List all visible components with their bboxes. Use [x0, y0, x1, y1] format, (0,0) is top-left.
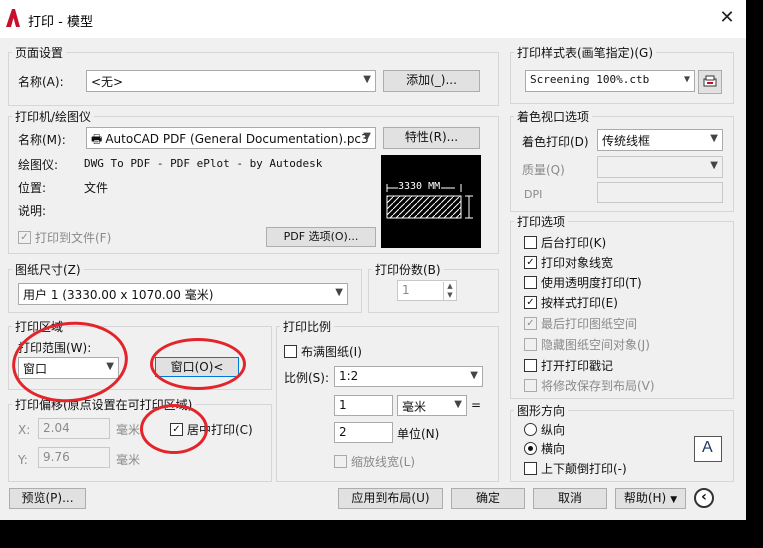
paper-size-label: 图纸尺寸(Z): [12, 261, 84, 278]
printer-group-label: 打印机/绘图仪: [12, 108, 95, 125]
shaded-viewport-label: 着色视口选项: [514, 108, 593, 125]
portrait-radio[interactable]: 纵向: [524, 421, 565, 438]
save-to-layout-checkbox[interactable]: 将修改保存到布局(V): [524, 377, 655, 394]
shade-plot-select[interactable]: 传统线框 ▼: [597, 129, 723, 151]
paper-preview-graphic: [386, 184, 473, 219]
spin-down-icon[interactable]: ▼: [443, 291, 456, 300]
close-icon[interactable]: ✕: [715, 6, 739, 30]
chevron-down-icon: ▼: [470, 370, 478, 381]
plot-options-label: 打印选项: [514, 213, 569, 230]
copies-label: 打印份数(B): [372, 261, 444, 278]
collapse-options-icon[interactable]: ‹: [694, 488, 714, 508]
paper-width-label: 3330 MM: [398, 181, 441, 192]
add-page-setup-button[interactable]: 添加(_)...: [383, 70, 480, 92]
scale-label: 比例(S):: [284, 371, 330, 385]
page-setup-name-select[interactable]: <无> ▼: [86, 70, 376, 92]
window-title: 打印 - 模型: [28, 15, 93, 30]
background-plot-checkbox[interactable]: 后台打印(K): [524, 234, 606, 251]
pdf-options-button[interactable]: PDF 选项(O)...: [266, 227, 376, 247]
copies-stepper[interactable]: 1 ▲ ▼: [397, 280, 457, 301]
annotation-circle: [140, 404, 208, 454]
offset-x-label: X:: [18, 423, 31, 437]
plot-transparency-checkbox[interactable]: 使用透明度打印(T): [524, 274, 642, 291]
dpi-label: DPI: [524, 188, 543, 201]
location-value: 文件: [84, 181, 109, 195]
chevron-down-icon: ▼: [454, 399, 462, 410]
dpi-input[interactable]: [597, 182, 723, 203]
plot-stamp-checkbox[interactable]: 打开打印戳记: [524, 357, 613, 374]
offset-y-unit: 毫米: [116, 453, 141, 467]
annotation-circle: [150, 338, 246, 390]
offset-y-label: Y:: [18, 453, 28, 467]
chevron-down-icon: ▼: [363, 131, 371, 142]
scale-select[interactable]: 1:2 ▼: [334, 366, 483, 387]
offset-x-unit: 毫米: [116, 423, 141, 437]
title-bar: 打印 - 模型 ✕: [0, 0, 746, 38]
plot-lineweights-checkbox[interactable]: ✓ 打印对象线宽: [524, 254, 613, 271]
printer-properties-button[interactable]: 特性(R)...: [383, 127, 480, 149]
apply-to-layout-button[interactable]: 应用到布局(U): [338, 488, 443, 509]
landscape-radio[interactable]: 横向: [524, 440, 565, 457]
printer-name-select[interactable]: 🖶 AutoCAD PDF (General Documentation).pc3…: [86, 127, 376, 149]
upside-down-checkbox[interactable]: 上下颠倒打印(-): [524, 460, 627, 477]
scale-lineweights-checkbox[interactable]: 缩放线宽(L): [334, 453, 415, 470]
plot-dialog: 打印 - 模型 ✕ 页面设置 名称(A): <无> ▼ 添加(_)... 打印机/…: [0, 0, 746, 520]
printer-icon: 🖶: [91, 132, 103, 146]
equals-sign: =: [471, 398, 482, 412]
hide-paperspace-objects-checkbox[interactable]: 隐藏图纸空间对象(J): [524, 336, 650, 353]
quality-select[interactable]: ▼: [597, 156, 723, 178]
scale-numerator-input[interactable]: 1: [334, 395, 393, 416]
chevron-down-icon: ▼: [683, 74, 690, 85]
plotter-label: 绘图仪:: [18, 158, 59, 172]
chevron-down-icon: ▼: [335, 287, 343, 298]
plot-paperspace-last-checkbox[interactable]: ✓ 最后打印图纸空间: [524, 315, 637, 332]
orientation-label: 图形方向: [514, 402, 569, 419]
help-button[interactable]: 帮助(H) ▼: [615, 488, 686, 509]
plot-with-styles-checkbox[interactable]: ✓ 按样式打印(E): [524, 294, 618, 311]
plot-to-file-checkbox[interactable]: ✓ 打印到文件(F): [18, 229, 111, 246]
offset-x-input[interactable]: 2.04: [38, 418, 110, 439]
plotter-value: DWG To PDF - PDF ePlot - by Autodesk: [84, 157, 323, 170]
cancel-button[interactable]: 取消: [533, 488, 607, 509]
chevron-down-icon: ▼: [710, 133, 718, 144]
orientation-letter: A: [702, 439, 713, 456]
shade-plot-label: 着色打印(D): [522, 135, 589, 149]
description-label: 说明:: [18, 204, 47, 218]
paper-size-select[interactable]: 用户 1 (3330.00 x 1070.00 毫米) ▼: [18, 283, 348, 305]
offset-y-input[interactable]: 9.76: [38, 447, 110, 468]
plot-style-select[interactable]: Screening 100%.ctb ▼: [525, 70, 695, 92]
autocad-logo-icon: [6, 9, 20, 27]
chevron-down-icon: ▼: [670, 495, 678, 505]
orientation-preview-icon: A: [694, 436, 722, 462]
fit-to-paper-checkbox[interactable]: 布满图纸(I): [284, 343, 362, 360]
plot-scale-label: 打印比例: [280, 318, 335, 335]
chevron-down-icon: ▼: [363, 74, 371, 85]
scale-unit-select[interactable]: 毫米 ▼: [397, 395, 467, 416]
page-setup-name-label: 名称(A):: [18, 75, 64, 89]
chevron-down-icon: ▼: [710, 160, 718, 171]
scale-denominator-input[interactable]: 2: [334, 422, 393, 443]
quality-label: 质量(Q): [522, 163, 565, 177]
preview-button[interactable]: 预览(P)...: [9, 488, 86, 509]
page-setup-label: 页面设置: [12, 44, 67, 61]
edit-plot-style-icon[interactable]: [698, 70, 722, 94]
spin-up-icon[interactable]: ▲: [443, 282, 456, 291]
plot-offset-group: [8, 404, 272, 482]
paper-preview: 3330 MM: [381, 155, 481, 248]
printer-name-label: 名称(M):: [18, 133, 66, 147]
units-label: 单位(N): [397, 427, 440, 441]
location-label: 位置:: [18, 181, 47, 195]
ok-button[interactable]: 确定: [451, 488, 525, 509]
plot-style-label: 打印样式表(画笔指定)(G): [514, 44, 657, 61]
